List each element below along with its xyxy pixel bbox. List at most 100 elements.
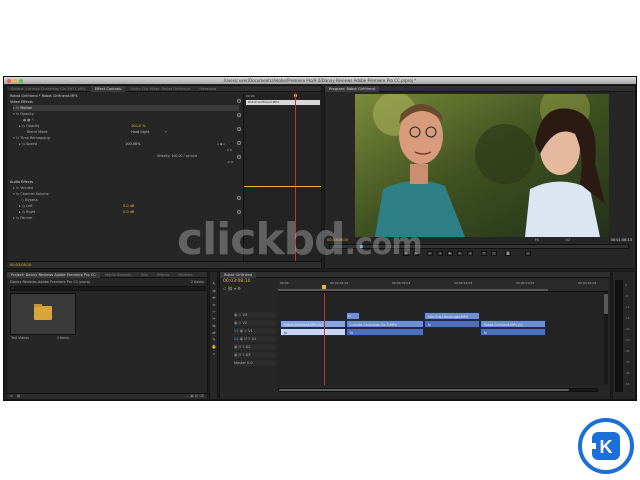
ripple-edit-tool-icon[interactable]: ⇹ (211, 294, 217, 301)
track-header-a1[interactable]: A1 ▣ M S A1 (234, 336, 276, 342)
go-to-out-button[interactable]: ⇥ (467, 251, 473, 256)
bin-thumbnail[interactable] (10, 293, 76, 335)
effect-name: Motion (20, 106, 33, 110)
timeline-clip-audio[interactable]: fx (424, 320, 480, 328)
rolling-edit-tool-icon[interactable]: ⇔ (211, 301, 217, 308)
bin-label[interactable]: Test Videos (11, 335, 29, 341)
param-blend-mode[interactable]: Blend Mode Hard Light ▾ (27, 129, 227, 135)
timeline-clip[interactable]: Robot Girlfriend.MP4 [V] (280, 320, 346, 328)
effect-row-panner[interactable]: ▸ fx Panner (13, 215, 32, 221)
tab-metadata[interactable]: Metadata (195, 86, 220, 92)
button-editor-button[interactable]: + (525, 251, 531, 256)
clickbd-logo[interactable]: K (578, 418, 634, 474)
horizontal-scrollbar[interactable] (278, 388, 598, 392)
logo-icon: K (578, 418, 634, 474)
tab-effects[interactable]: Effects (153, 272, 173, 278)
svg-text:K: K (600, 437, 613, 457)
export-frame-button[interactable]: ◙ (505, 251, 511, 256)
param-speed[interactable]: ▸ ◷ Speed 100.00% ◂ ◆ ▸ (19, 141, 239, 147)
timeline-clip-audio[interactable]: fx (280, 328, 346, 336)
selection-tool-icon[interactable]: ↖ (211, 280, 217, 287)
reset-icon[interactable] (237, 127, 241, 131)
rate-stretch-tool-icon[interactable]: ⇿ (211, 308, 217, 315)
timeline-timecode[interactable]: 00:03:08:10 (223, 279, 250, 285)
effect-timecode[interactable]: 00:03:08:10 (10, 262, 31, 268)
close-button[interactable] (7, 78, 11, 83)
timeline-clip-audio[interactable]: fx (346, 328, 424, 336)
tab-source[interactable]: Source: Lucinda Christmas Gin SHT1.MP4 (7, 86, 89, 92)
scrollbar-thumb[interactable] (604, 294, 608, 314)
track-header-a2[interactable]: ▣ M S A2 (234, 344, 276, 350)
snap-icon[interactable]: ⊂ (223, 286, 226, 291)
param-name: Opacity (26, 124, 40, 128)
minimize-button[interactable] (13, 78, 17, 83)
track-select-tool-icon[interactable]: ⇉ (211, 287, 217, 294)
tab-info[interactable]: Info (137, 272, 152, 278)
reset-icon[interactable] (237, 155, 241, 159)
project-search-input[interactable]: ⌕ (10, 286, 206, 291)
track-header-v2[interactable]: ▣ ⊙ V2 (234, 320, 276, 326)
timeline-clip[interactable]: Lucinda Christmas Gin S.MP4 (346, 320, 424, 328)
project-tools-icon[interactable]: ⌕ ▣ ▤ ⌫ (187, 394, 204, 398)
scrollbar-thumb[interactable] (279, 389, 569, 391)
go-to-in-button[interactable]: ⇤ (427, 251, 433, 256)
effect-row-motion[interactable]: ▸ fx Motion (13, 105, 239, 111)
track-header-v1[interactable]: V1 ▣ ⊙ V1 (234, 328, 276, 334)
track-header-master[interactable]: Master 0.0 (234, 360, 276, 366)
time-ruler[interactable]: 00:00 00:00:04:16 00:00:09:03 00:00:14:0… (278, 280, 608, 292)
timeline-clip[interactable]: fx (346, 312, 360, 320)
settings-icon[interactable]: ⚙ (237, 286, 241, 291)
play-button[interactable]: ▶ (447, 251, 453, 256)
icon-view-icon[interactable]: ▦ (17, 394, 20, 398)
lift-button[interactable]: ⇧ (481, 251, 487, 256)
program-tabs: Program: Robot Girlfriend (325, 86, 635, 92)
tab-effect-controls[interactable]: Effect Controls (90, 86, 126, 92)
meter-scale: 0 -6 -12 -18 -24 -30 -36 -42 -48 -54 (625, 280, 635, 392)
pen-tool-icon[interactable]: ✎ (211, 336, 217, 343)
track-header-v3[interactable]: ▣ ⊙ V3 (234, 312, 276, 318)
tab-sequence[interactable]: Robot Girlfriend (220, 272, 257, 278)
tab-project[interactable]: Project: Danny Reviews Adobe Premiere Pr… (7, 272, 100, 278)
zoom-button[interactable] (19, 78, 23, 83)
linked-selection-icon[interactable]: ⛓ (228, 286, 233, 291)
reset-icon[interactable] (237, 196, 241, 200)
slide-tool-icon[interactable]: ⇄ (211, 329, 217, 336)
chevron-down-icon[interactable]: ▾ (165, 129, 167, 135)
list-view-icon[interactable]: ≡ (10, 394, 13, 398)
step-forward-button[interactable]: ▸ (457, 251, 463, 256)
slip-tool-icon[interactable]: ⇆ (211, 322, 217, 329)
add-marker-icon[interactable]: ▾ (234, 286, 236, 291)
meter-tick: -12 (625, 305, 630, 309)
fit-select[interactable]: Fit (535, 237, 539, 243)
blend-mode-select[interactable]: Hard Light (131, 129, 149, 135)
step-back-button[interactable]: ◂ (437, 251, 443, 256)
timeline-clip[interactable]: Robot Girlfriend.MP4 [V] (480, 320, 546, 328)
mini-clip-bar[interactable]: Robot Girlfriend.MP4 (246, 100, 320, 105)
master-value[interactable]: 0.0 (247, 361, 253, 365)
folder-icon (34, 306, 52, 320)
track-label: A2 (245, 345, 251, 349)
reset-icon[interactable] (237, 99, 241, 103)
zoom-tool-icon[interactable]: ⌕ (211, 350, 217, 357)
track-area[interactable]: fx Robot Girlfriend.MP4 [V] fx Lucinda C… (278, 293, 608, 385)
track-label: V2 (242, 321, 248, 325)
keyframe-nav-icon[interactable]: ◂ ◆ ▸ (217, 141, 225, 147)
extract-button[interactable]: ⇪ (491, 251, 497, 256)
quality-select[interactable]: 1/2 (565, 237, 570, 243)
param-value[interactable]: 100.00% (125, 141, 141, 147)
tab-markers[interactable]: Markers (174, 272, 196, 278)
tab-program[interactable]: Program: Robot Girlfriend (325, 86, 379, 92)
effect-name: Panner (20, 216, 33, 220)
tab-media-browser[interactable]: Media Browser (101, 272, 136, 278)
timeline-clip-audio[interactable]: fx (480, 328, 546, 336)
hand-tool-icon[interactable]: ✋ (211, 343, 217, 350)
vertical-scrollbar[interactable] (604, 292, 608, 384)
meter-tick: -36 (625, 349, 630, 353)
razor-tool-icon[interactable]: ✂ (211, 315, 217, 322)
timeline-clip[interactable]: Mini Eds Hamburger.MP4 (424, 312, 480, 320)
reset-icon[interactable] (237, 113, 241, 117)
work-area-bar[interactable] (278, 289, 548, 291)
track-header-a3[interactable]: ▣ M S A3 (234, 352, 276, 358)
param-value[interactable]: 0.0 dB (123, 209, 134, 215)
tab-audio-clip-mixer[interactable]: Audio Clip Mixer: Robot Girlfriend (126, 86, 194, 92)
